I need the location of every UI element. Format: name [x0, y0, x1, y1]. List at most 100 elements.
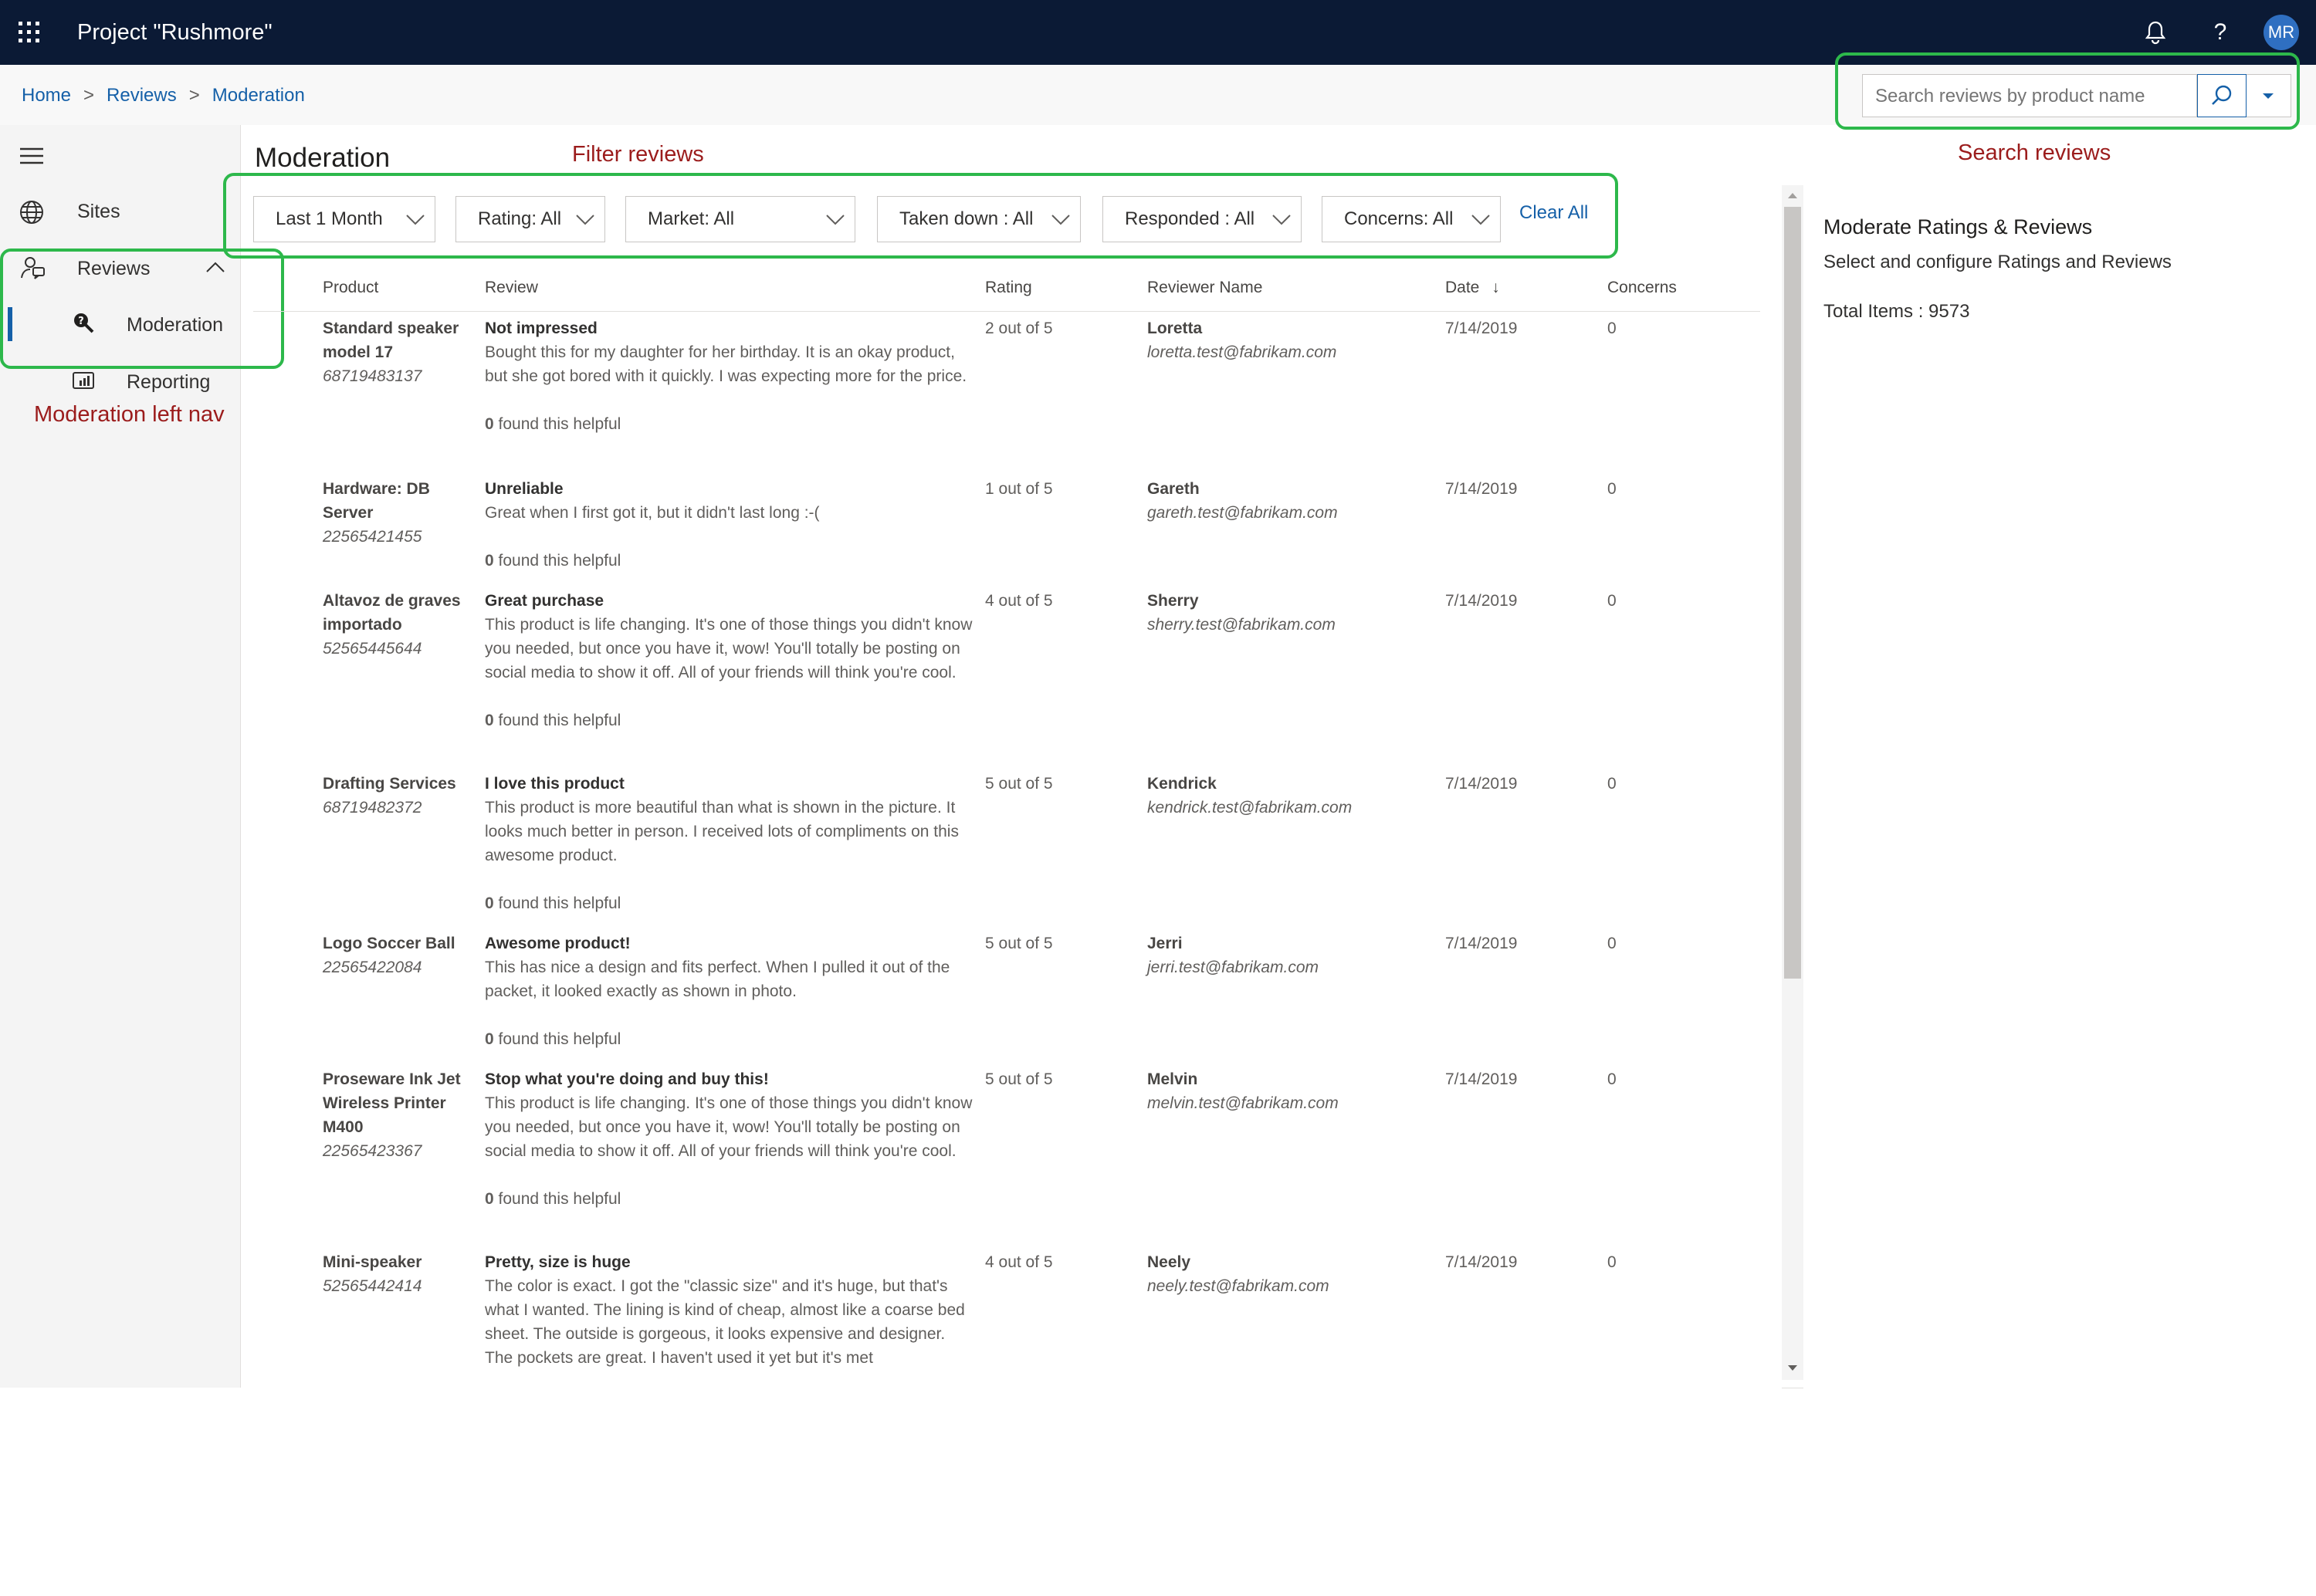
filter-concerns[interactable]: Concerns: All: [1322, 196, 1501, 242]
reviewer-name: Kendrick: [1147, 775, 1217, 793]
filter-market[interactable]: Market: All: [625, 196, 855, 242]
helpful-count: 0 found this helpful: [485, 549, 973, 573]
filter-label: Last 1 Month: [276, 208, 383, 229]
concerns-cell: 0: [1607, 935, 1617, 952]
app-launcher-icon[interactable]: [17, 20, 42, 45]
filter-taken-down[interactable]: Taken down : All: [877, 196, 1081, 242]
rating-cell: 5 out of 5: [985, 1070, 1053, 1088]
concerns-cell: 0: [1607, 480, 1617, 498]
review-title: Not impressed: [485, 320, 598, 337]
column-header-reviewer-name[interactable]: Reviewer Name: [1147, 276, 1262, 299]
reviewer-cell: Kendrick kendrick.test@fabrikam.com: [1147, 772, 1352, 820]
filter-rating[interactable]: Rating: All: [455, 196, 605, 242]
product-name[interactable]: Hardware: DB Server: [323, 477, 469, 525]
app-title: Project "Rushmore": [77, 20, 273, 45]
review-text: Great when I first got it, but it didn't…: [485, 504, 820, 522]
right-panel-title: Moderate Ratings & Reviews: [1823, 215, 2093, 238]
bell-icon[interactable]: [2138, 15, 2172, 49]
product-cell: Hardware: DB Server 22565421455: [323, 477, 469, 549]
product-cell: Proseware Ink Jet Wireless Printer M400 2…: [323, 1067, 469, 1163]
column-header-product[interactable]: Product: [323, 276, 378, 299]
helpful-label: found this helpful: [493, 712, 621, 729]
breadcrumb-home[interactable]: Home: [22, 85, 71, 106]
product-code: 22565423367: [323, 1142, 422, 1160]
helpful-number: 0: [485, 415, 494, 433]
rating-cell: 1 out of 5: [985, 480, 1053, 498]
nav-clip: [0, 1388, 241, 1596]
annotation-leftnav-label: Moderation left nav: [34, 402, 225, 427]
concerns-cell: 0: [1607, 592, 1617, 610]
product-code: 68719482372: [323, 799, 422, 817]
reviewer-email: jerri.test@fabrikam.com: [1147, 959, 1319, 976]
date-cell: 7/14/2019: [1445, 480, 1518, 498]
breadcrumb-separator: >: [188, 85, 200, 106]
reviewer-email: gareth.test@fabrikam.com: [1147, 504, 1338, 522]
review-cell: Not impressed Bought this for my daughter…: [485, 316, 973, 436]
hamburger-icon[interactable]: [20, 147, 45, 169]
filter-responded[interactable]: Responded : All: [1102, 196, 1302, 242]
annotation-search-label: Search reviews: [1958, 140, 2111, 165]
annotation-leftnav-box: [0, 249, 284, 369]
reviewer-email: sherry.test@fabrikam.com: [1147, 616, 1336, 634]
chevron-down-icon: [576, 215, 594, 225]
annotation-filter-label: Filter reviews: [572, 142, 704, 167]
product-name[interactable]: Proseware Ink Jet Wireless Printer M400: [323, 1067, 469, 1139]
breadcrumb-separator: >: [83, 85, 95, 106]
helpful-number: 0: [485, 1190, 494, 1208]
help-icon[interactable]: ?: [2203, 15, 2237, 49]
review-cell: Unreliable Great when I first got it, but…: [485, 477, 973, 573]
review-title: Great purchase: [485, 592, 604, 610]
review-cell: I love this product This product is more …: [485, 772, 973, 915]
filter-date-range[interactable]: Last 1 Month: [253, 196, 435, 242]
product-name[interactable]: Standard speaker model 17: [323, 316, 469, 364]
product-name[interactable]: Altavoz de graves importado: [323, 589, 469, 637]
total-items: Total Items : 9573: [1823, 301, 1970, 322]
sidebar-item-sites[interactable]: Sites: [77, 198, 120, 225]
avatar[interactable]: MR: [2264, 15, 2299, 50]
product-name[interactable]: Drafting Services: [323, 772, 469, 796]
column-header-rating[interactable]: Rating: [985, 276, 1032, 299]
helpful-number: 0: [485, 552, 494, 570]
column-header-date[interactable]: Date ↓: [1445, 276, 1500, 299]
review-text: Bought this for my daughter for her birt…: [485, 343, 967, 385]
product-name[interactable]: Logo Soccer Ball: [323, 932, 469, 955]
helpful-label: found this helpful: [493, 552, 621, 570]
helpful-count: 0 found this helpful: [485, 412, 973, 436]
filter-label: Concerns: All: [1344, 208, 1454, 229]
rating-cell: 2 out of 5: [985, 320, 1053, 337]
product-cell: Altavoz de graves importado 52565445644: [323, 589, 469, 661]
column-header-concerns[interactable]: Concerns: [1607, 276, 1677, 299]
chevron-down-icon: [826, 215, 845, 225]
review-title: I love this product: [485, 775, 625, 793]
reviewer-name: Melvin: [1147, 1070, 1198, 1088]
sidebar-item-reporting[interactable]: Reporting: [127, 369, 210, 395]
reviewer-cell: Neely neely.test@fabrikam.com: [1147, 1250, 1329, 1298]
product-cell: Standard speaker model 17 68719483137: [323, 316, 469, 388]
column-header-review[interactable]: Review: [485, 276, 538, 299]
review-cell: Great purchase This product is life chang…: [485, 589, 973, 732]
breadcrumb: Home > Reviews > Moderation: [22, 83, 305, 108]
helpful-number: 0: [485, 712, 494, 729]
helpful-label: found this helpful: [493, 1030, 621, 1048]
review-cell: Stop what you're doing and buy this! This…: [485, 1067, 973, 1211]
breadcrumb-reviews[interactable]: Reviews: [107, 85, 177, 106]
product-name[interactable]: Mini-speaker: [323, 1250, 469, 1274]
helpful-label: found this helpful: [493, 1190, 621, 1208]
reviewer-email: melvin.test@fabrikam.com: [1147, 1094, 1339, 1112]
reviewer-cell: Melvin melvin.test@fabrikam.com: [1147, 1067, 1339, 1115]
scrollbar-thumb[interactable]: [1784, 207, 1801, 979]
globe-icon: [19, 199, 45, 229]
reviewer-name: Loretta: [1147, 320, 1203, 337]
helpful-count: 0 found this helpful: [485, 1187, 973, 1211]
breadcrumb-moderation[interactable]: Moderation: [212, 85, 305, 106]
column-header-date-label: Date: [1445, 279, 1480, 296]
scroll-down-icon[interactable]: [1786, 1363, 1800, 1377]
clear-all-link[interactable]: Clear All: [1519, 201, 1588, 225]
date-cell: 7/14/2019: [1445, 1253, 1518, 1271]
scroll-up-icon[interactable]: [1786, 190, 1800, 204]
rating-cell: 4 out of 5: [985, 1253, 1053, 1271]
product-code: 22565422084: [323, 959, 422, 976]
review-text: This product is life changing. It's one …: [485, 1094, 973, 1160]
rating-cell: 5 out of 5: [985, 775, 1053, 793]
reviewer-cell: Jerri jerri.test@fabrikam.com: [1147, 932, 1319, 979]
